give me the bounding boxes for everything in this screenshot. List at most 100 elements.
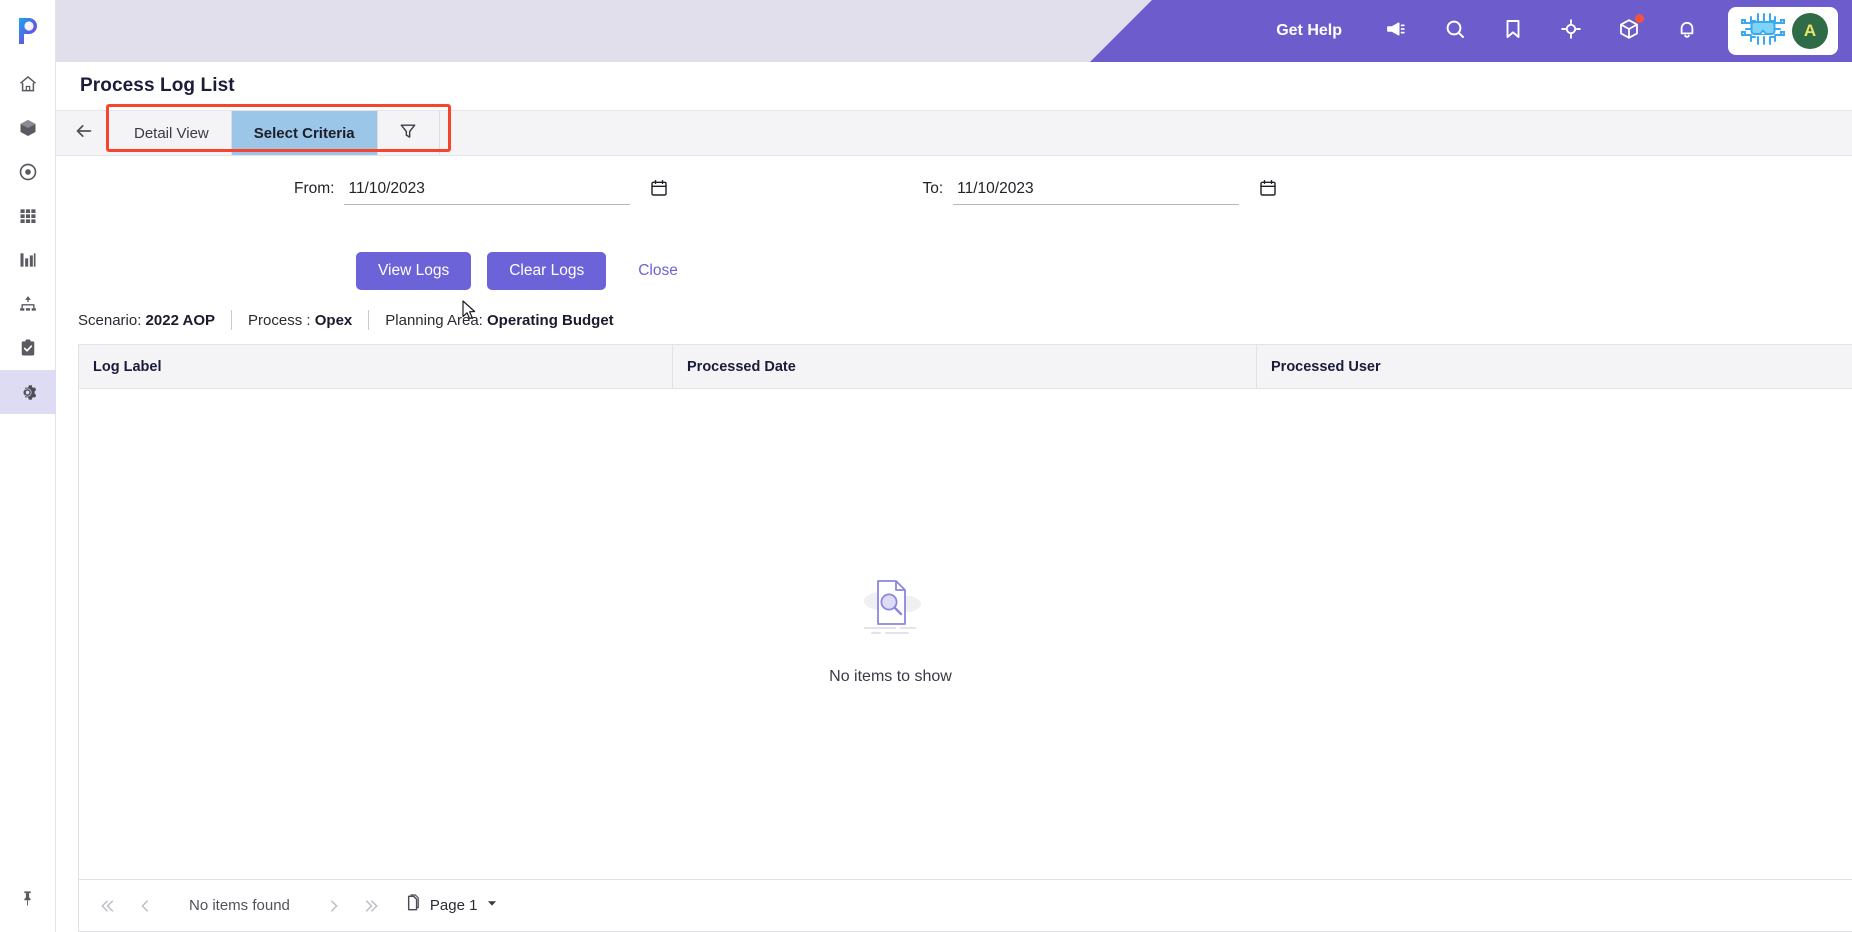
ai-chip-icon[interactable] <box>1738 9 1788 54</box>
close-button[interactable]: Close <box>622 262 694 280</box>
left-nav-rail <box>0 0 56 932</box>
announcement-icon <box>1385 17 1409 46</box>
notification-badge-dot <box>1635 14 1644 23</box>
page-title-bar: Process Log List <box>56 62 1852 110</box>
process-item: Process : Opex <box>248 312 352 329</box>
announcement-button[interactable] <box>1368 0 1426 62</box>
process-log-grid: Log Label Processed Date Processed User <box>78 344 1852 932</box>
sidebar-item-reports[interactable] <box>0 238 56 282</box>
tab-group: Detail View Select Criteria <box>106 104 451 155</box>
tab-detail-view[interactable]: Detail View <box>112 111 232 155</box>
pin-icon <box>18 889 37 913</box>
calendar-icon <box>1258 178 1278 201</box>
target-crosshair-button[interactable] <box>1542 0 1600 62</box>
criteria-panel: From: 11/10/2023 To: 11/10/2023 View Log… <box>56 156 1852 296</box>
bell-icon <box>1675 17 1699 46</box>
notifications-button[interactable] <box>1658 0 1716 62</box>
bookmark-button[interactable] <box>1484 0 1542 62</box>
search-icon <box>1443 17 1467 46</box>
sidebar-item-grid[interactable] <box>0 194 56 238</box>
app-logo[interactable] <box>0 0 56 62</box>
date-range-row: From: 11/10/2023 To: 11/10/2023 <box>56 178 1852 230</box>
rail-pin-button[interactable] <box>0 870 56 932</box>
get-help-button[interactable]: Get Help <box>1276 22 1342 40</box>
to-input-wrap <box>953 178 1276 205</box>
column-header-processed-date[interactable]: Processed Date <box>673 345 1257 388</box>
next-page-button[interactable] <box>316 888 352 924</box>
scenario-value: 2022 AOP <box>145 311 216 329</box>
first-page-button[interactable] <box>91 888 127 924</box>
arrow-left-icon <box>73 120 95 147</box>
last-page-button[interactable] <box>352 888 388 924</box>
target-crosshair-icon <box>1559 17 1583 46</box>
filter-button[interactable] <box>377 111 440 155</box>
sidebar-item-target[interactable] <box>0 150 56 194</box>
process-label: Process : <box>248 311 311 329</box>
search-button[interactable] <box>1426 0 1484 62</box>
sidebar-item-hierarchy[interactable] <box>0 282 56 326</box>
page-title: Process Log List <box>80 75 235 96</box>
column-header-processed-user[interactable]: Processed User <box>1257 345 1852 388</box>
scenario-label: Scenario: <box>78 311 142 329</box>
calendar-icon <box>649 178 669 201</box>
previous-page-button[interactable] <box>127 888 163 924</box>
pagination-bar: No items found Page 1 <box>79 879 1852 931</box>
divider <box>231 310 233 330</box>
pages-icon <box>402 893 422 918</box>
page-selector[interactable]: Page 1 <box>402 893 500 918</box>
process-value: Opex <box>314 311 353 329</box>
hierarchy-icon <box>18 294 38 314</box>
bar-chart-icon <box>18 250 38 270</box>
tab-strip: Detail View Select Criteria <box>56 104 1852 156</box>
grid-header-row: Log Label Processed Date Processed User <box>79 345 1852 389</box>
home-icon <box>18 74 38 94</box>
pagination-status: No items found <box>189 897 290 914</box>
to-date-input[interactable] <box>953 178 1240 205</box>
avatar[interactable]: A <box>1792 13 1828 49</box>
package-cube-button[interactable] <box>1600 0 1658 62</box>
column-header-log-label[interactable]: Log Label <box>79 345 673 388</box>
divider <box>368 310 370 330</box>
cube-icon <box>18 118 38 138</box>
gear-icon <box>17 382 38 403</box>
assistant-and-account-pill[interactable]: A <box>1728 7 1838 55</box>
caret-down-icon[interactable] <box>485 896 499 915</box>
funnel-icon <box>398 121 418 146</box>
from-date-input[interactable] <box>344 178 631 205</box>
to-date-field: To: <box>922 178 1276 205</box>
clear-logs-button[interactable]: Clear Logs <box>487 252 607 290</box>
top-header-bar: Get Help A <box>56 0 1852 62</box>
page-label: Page 1 <box>429 897 478 914</box>
tab-select-criteria[interactable]: Select Criteria <box>231 111 378 155</box>
sidebar-item-home[interactable] <box>0 62 56 106</box>
to-calendar-button[interactable] <box>1253 174 1283 204</box>
clipboard-check-icon <box>18 338 38 358</box>
empty-state: No items to show <box>829 573 952 686</box>
view-logs-button[interactable]: View Logs <box>356 252 472 290</box>
app-root: Get Help A Process Log List Detail View … <box>0 0 1852 932</box>
sidebar-item-administration[interactable] <box>0 370 56 414</box>
planning-area-value: Operating Budget <box>487 311 614 329</box>
from-input-wrap <box>344 178 668 205</box>
grid-icon <box>18 206 38 226</box>
to-label: To: <box>922 180 944 197</box>
from-date-field: From: <box>294 178 668 205</box>
scenario-context-bar: Scenario: 2022 AOP Process : Opex Planni… <box>56 296 1852 344</box>
scenario-item: Scenario: 2022 AOP <box>78 312 215 329</box>
sidebar-item-models[interactable] <box>0 106 56 150</box>
document-search-icon <box>845 573 937 652</box>
empty-state-text: No items to show <box>829 667 952 685</box>
header-actions: Get Help A <box>1162 0 1852 62</box>
main-column: Get Help A Process Log List Detail View … <box>56 0 1852 932</box>
planning-area-item: Planning Area: Operating Budget <box>385 312 613 329</box>
grid-body: No items to show <box>79 389 1852 879</box>
criteria-action-row: View Logs Clear Logs Close <box>56 252 1852 290</box>
target-icon <box>18 162 38 182</box>
rail-item-list <box>0 62 56 414</box>
bookmark-icon <box>1501 17 1525 46</box>
back-button[interactable] <box>56 111 112 155</box>
planning-area-label: Planning Area: <box>385 311 483 329</box>
from-label: From: <box>294 180 335 197</box>
sidebar-item-tasks[interactable] <box>0 326 56 370</box>
from-calendar-button[interactable] <box>644 174 674 204</box>
